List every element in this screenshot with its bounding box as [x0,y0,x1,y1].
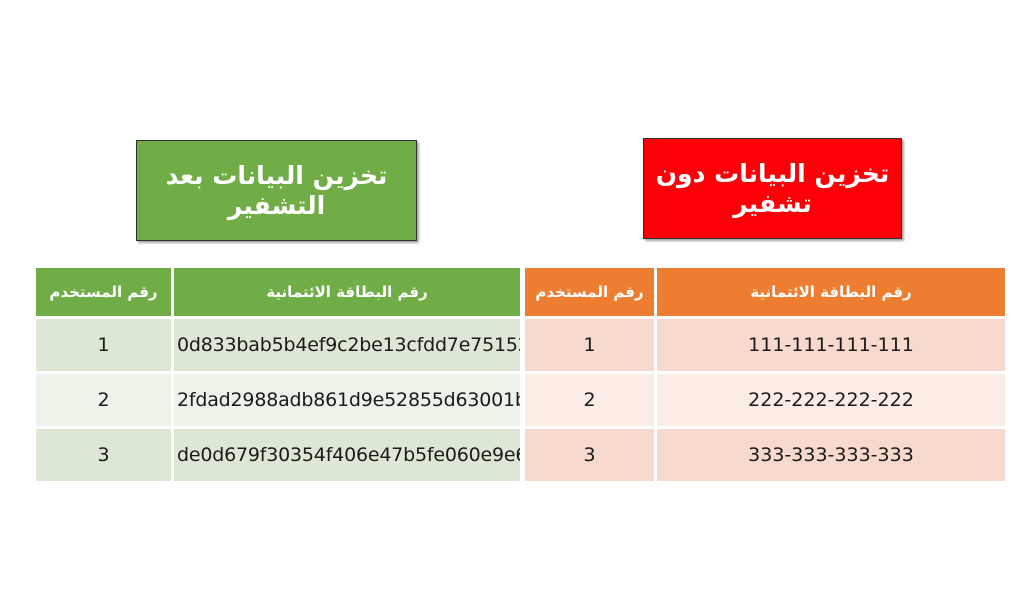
table-row: 222-222-222-222 2 [525,371,1005,426]
table-header-row: رقم البطاقة الائتمانية رقم المستخدم [525,268,1005,316]
cell-card-number: de0d679f30354f406e47b5fe060e9e6a2f [171,426,520,481]
cell-user-id: 3 [525,426,654,481]
plain-storage-table: رقم البطاقة الائتمانية رقم المستخدم 111-… [525,268,1005,481]
plain-table-body: 111-111-111-111 1 222-222-222-222 2 333-… [525,316,1005,481]
cell-card-number: 222-222-222-222 [654,371,1005,426]
cell-user-id: 3 [36,426,171,481]
table-row: 111-111-111-111 1 [525,316,1005,371]
encrypted-storage-title-text: تخزين البيانات بعد التشفير [165,160,388,220]
cell-card-number: 111-111-111-111 [654,316,1005,371]
encrypted-storage-table: رقم البطاقة الائتمانية رقم المستخدم 0d83… [36,268,520,481]
table-header-row: رقم البطاقة الائتمانية رقم المستخدم [36,268,520,316]
table-row: 0d833bab5b4ef9c2be13cfdd7e7515294 1 [36,316,520,371]
slide-canvas: تخزين البيانات بعد التشفير تخزين البيانا… [0,0,1024,600]
column-header-user-id: رقم المستخدم [525,268,654,316]
column-header-card-number: رقم البطاقة الائتمانية [654,268,1005,316]
column-header-user-id: رقم المستخدم [36,268,171,316]
cell-user-id: 2 [36,371,171,426]
cell-user-id: 2 [525,371,654,426]
cell-card-number: 333-333-333-333 [654,426,1005,481]
table-row: 333-333-333-333 3 [525,426,1005,481]
cell-user-id: 1 [525,316,654,371]
cell-card-number: 2fdad2988adb861d9e52855d63001bc1 [171,371,520,426]
encrypted-storage-title-banner: تخزين البيانات بعد التشفير [136,140,417,241]
encrypted-table-header: رقم البطاقة الائتمانية رقم المستخدم [36,268,520,316]
plain-table-header: رقم البطاقة الائتمانية رقم المستخدم [525,268,1005,316]
table-row: 2fdad2988adb861d9e52855d63001bc1 2 [36,371,520,426]
cell-user-id: 1 [36,316,171,371]
cell-card-number: 0d833bab5b4ef9c2be13cfdd7e7515294 [171,316,520,371]
plain-storage-title-text: تخزين البيانات دون تشفير [655,158,890,218]
column-header-card-number: رقم البطاقة الائتمانية [171,268,520,316]
table-row: de0d679f30354f406e47b5fe060e9e6a2f 3 [36,426,520,481]
encrypted-table-body: 0d833bab5b4ef9c2be13cfdd7e7515294 1 2fda… [36,316,520,481]
plain-storage-title-banner: تخزين البيانات دون تشفير [643,138,902,239]
